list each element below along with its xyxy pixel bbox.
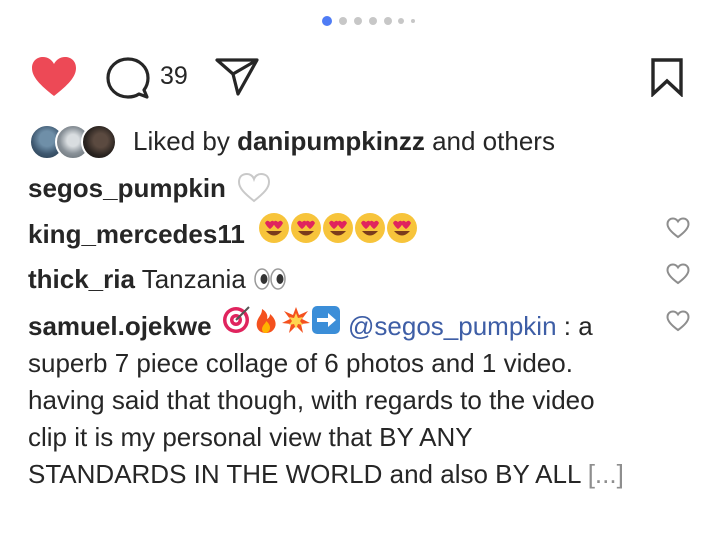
comment-like-button[interactable]	[666, 263, 690, 285]
comment-like-button[interactable]	[666, 217, 690, 239]
avatar	[81, 124, 117, 160]
heart-eyes-emojis	[258, 212, 418, 254]
comment-username[interactable]: samuel.ojekwe	[28, 311, 212, 341]
bookmark-icon	[651, 58, 683, 98]
comment-button[interactable]	[106, 57, 150, 99]
more-link[interactable]: [...]	[588, 459, 624, 489]
share-button[interactable]	[214, 57, 260, 97]
right-arrow-icon	[311, 306, 340, 335]
carousel-dot	[384, 17, 392, 25]
comment-line: clip it is my personal view that BY ANY	[28, 422, 473, 453]
liked-by-text[interactable]: Liked by danipumpkinzz and others	[133, 124, 555, 158]
comment-text: : a	[556, 311, 593, 341]
liked-by-user[interactable]: danipumpkinzz	[237, 126, 425, 156]
comment-icon	[106, 57, 150, 99]
target-icon	[222, 306, 250, 334]
comment-line: superb 7 piece collage of 6 photos and 1…	[28, 348, 573, 379]
comment-line: samuel.ojekwe @segos_pumpkin : a	[28, 305, 668, 345]
carousel-dot	[339, 17, 347, 25]
caption: segos_pumpkin	[28, 170, 271, 207]
carousel-dot	[369, 17, 377, 25]
like-button[interactable]	[30, 56, 78, 98]
fire-icon	[256, 309, 276, 334]
carousel-dot	[411, 19, 415, 23]
caption-username[interactable]: segos_pumpkin	[28, 173, 226, 203]
comment-line: STANDARDS IN THE WORLD and also BY ALL […	[28, 456, 668, 493]
comment-text: STANDARDS IN THE WORLD and also BY ALL	[28, 459, 588, 490]
comment-text: Tanzania	[134, 264, 254, 294]
carousel-dot-active	[322, 16, 332, 26]
heart-eyes-icon	[259, 213, 418, 244]
carousel-indicator	[0, 16, 719, 30]
comment-item: samuel.ojekwe @segos_pumpkin : a superb …	[28, 305, 668, 493]
carousel-dot	[354, 17, 362, 25]
heart-filled-icon	[32, 57, 76, 96]
mention-link[interactable]: @segos_pumpkin	[348, 311, 557, 341]
save-button[interactable]	[650, 57, 684, 98]
comment-username[interactable]: thick_ria	[28, 264, 135, 294]
carousel-dot	[398, 18, 404, 24]
liked-by-prefix: Liked by	[133, 126, 238, 156]
comment-count: 39	[160, 62, 188, 90]
white-heart-icon	[238, 173, 271, 203]
send-icon	[215, 58, 259, 96]
heart-outline-icon	[666, 310, 690, 332]
comment-emojis	[221, 305, 341, 345]
comment-like-button[interactable]	[666, 310, 690, 332]
heart-outline-icon	[666, 263, 690, 285]
comment-username[interactable]: king_mercedes11	[28, 219, 245, 249]
collision-icon	[281, 307, 310, 334]
comment-item: king_mercedes11	[28, 213, 418, 254]
liked-by-suffix[interactable]: and others	[425, 126, 555, 156]
comment-line: having said that though, with regards to…	[28, 385, 595, 416]
eyes-icon	[254, 268, 286, 290]
comment-item: thick_ria Tanzania	[28, 261, 287, 298]
heart-outline-icon	[666, 217, 690, 239]
